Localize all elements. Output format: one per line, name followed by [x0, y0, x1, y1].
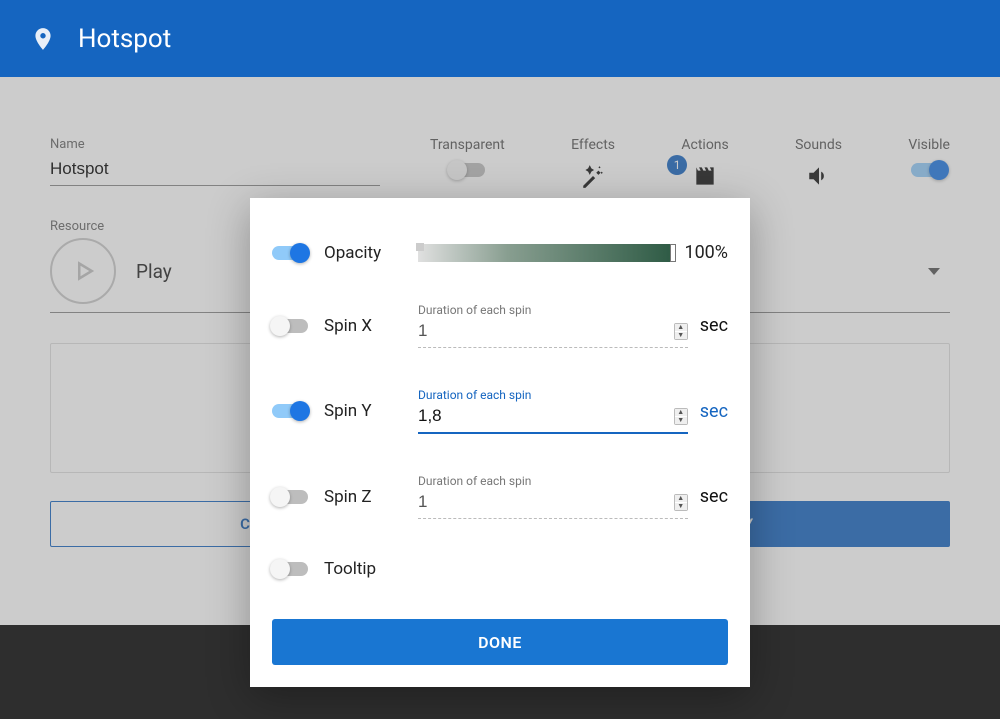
spin-z-duration-input[interactable] [418, 490, 666, 514]
spin-z-unit: sec [700, 486, 728, 507]
spin-y-duration-label: Duration of each spin [418, 388, 688, 402]
opacity-slider[interactable] [418, 244, 674, 262]
spin-y-toggle[interactable] [272, 404, 308, 418]
opacity-value: 100% [684, 242, 728, 263]
spin-x-toggle[interactable] [272, 319, 308, 333]
pin-icon [30, 26, 56, 52]
done-button[interactable]: DONE [272, 619, 728, 665]
spin-x-label: Spin X [324, 316, 402, 336]
spin-z-stepper[interactable]: ▲▼ [674, 494, 688, 511]
tooltip-toggle[interactable] [272, 562, 308, 576]
spin-z-toggle[interactable] [272, 490, 308, 504]
spin-x-stepper[interactable]: ▲▼ [674, 323, 688, 340]
opacity-handle[interactable] [670, 244, 676, 262]
spin-y-duration-input[interactable] [418, 404, 666, 428]
spin-x-unit: sec [700, 315, 728, 336]
spin-x-duration-label: Duration of each spin [418, 303, 688, 317]
spin-x-duration-input[interactable] [418, 319, 666, 343]
spin-y-label: Spin Y [324, 401, 402, 421]
effects-dialog: Opacity 100% Spin X Duration of each spi… [250, 198, 750, 687]
spin-z-label: Spin Z [324, 487, 402, 507]
opacity-toggle[interactable] [272, 246, 308, 260]
opacity-label: Opacity [324, 243, 402, 263]
spin-z-duration-label: Duration of each spin [418, 474, 688, 488]
header-bar: Hotspot [0, 0, 1000, 77]
tooltip-label: Tooltip [324, 559, 402, 579]
header-title: Hotspot [78, 24, 171, 54]
spin-y-stepper[interactable]: ▲▼ [674, 408, 688, 425]
spin-y-unit: sec [700, 401, 728, 422]
